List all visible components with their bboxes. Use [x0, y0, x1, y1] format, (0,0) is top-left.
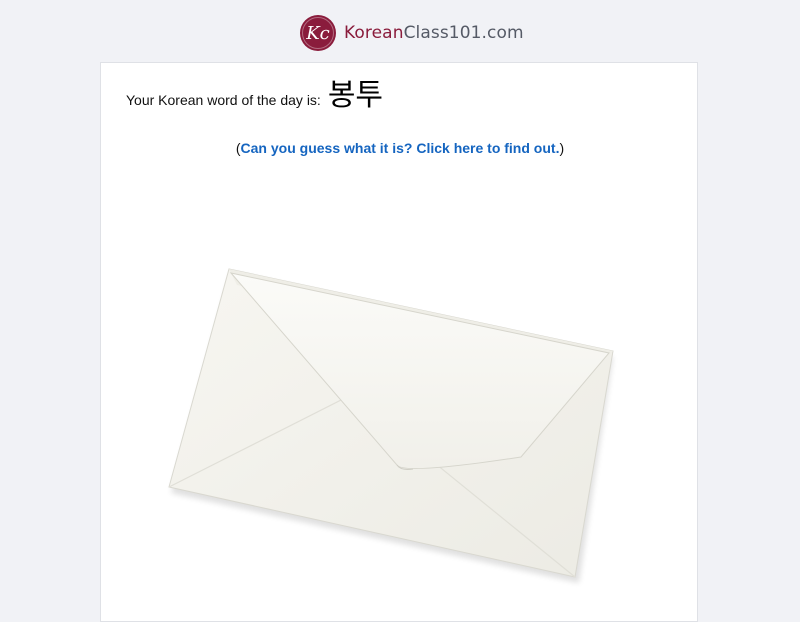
brand-name-accent: Korean [344, 23, 404, 43]
brand-logo[interactable]: Kc KoreanClass101.com [299, 14, 524, 52]
word-of-day-label: Your Korean word of the day is: [126, 92, 321, 108]
brand-name-rest: Class101.com [403, 23, 524, 43]
guess-close-paren: ) [559, 140, 565, 156]
word-of-day-card: Your Korean word of the day is: 봉투 (Can … [100, 62, 698, 622]
word-of-day-line: Your Korean word of the day is: 봉투 [126, 79, 383, 113]
guess-line: (Can you guess what it is? Click here to… [101, 140, 699, 156]
envelope-image [168, 268, 614, 583]
guess-link[interactable]: Can you guess what it is? Click here to … [241, 140, 560, 156]
svg-text:Kc: Kc [305, 23, 330, 44]
brand-name: KoreanClass101.com [344, 23, 524, 43]
page-header: Kc KoreanClass101.com [0, 0, 800, 62]
korean-word: 봉투 [327, 78, 384, 113]
koreanclass101-logo-icon: Kc [300, 15, 336, 51]
